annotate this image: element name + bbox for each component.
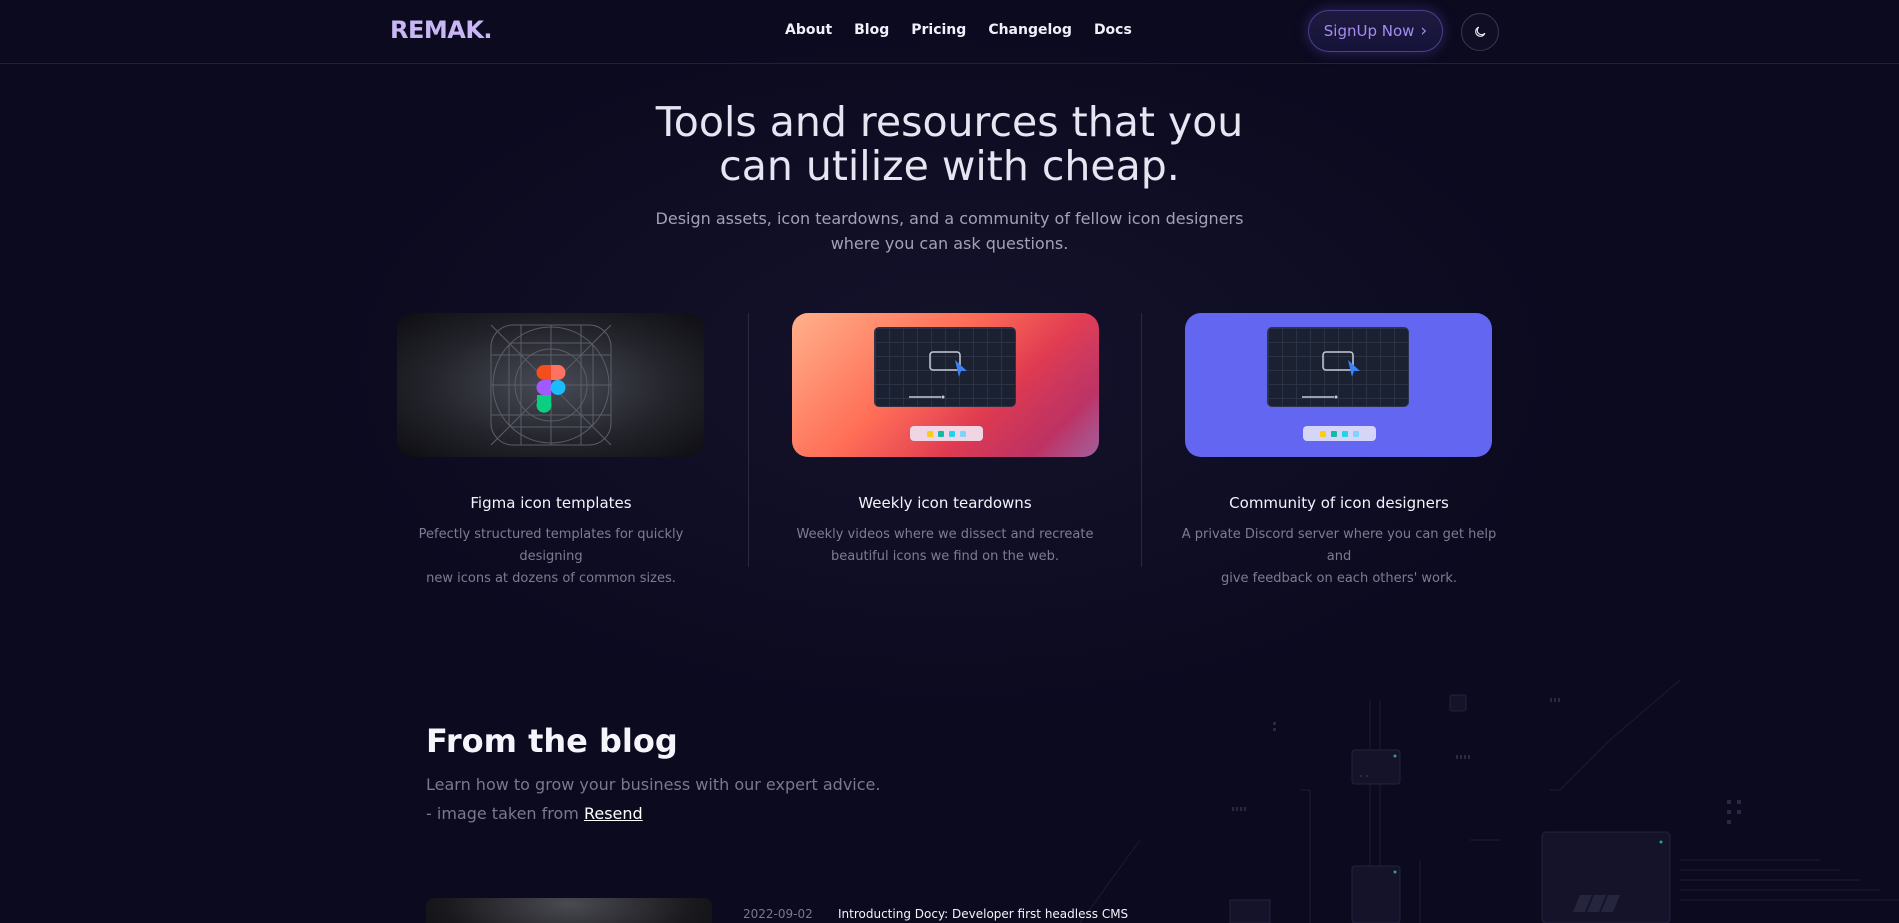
blog-subtitle: Learn how to grow your business with our… [426, 770, 886, 828]
resend-link[interactable]: Resend [584, 804, 643, 823]
blog-title: From the blog [426, 722, 678, 760]
color-swatch-bar [910, 426, 983, 441]
swatch [1320, 430, 1326, 437]
moon-icon [1475, 26, 1486, 37]
figma-logo-icon [536, 365, 566, 413]
swatch [1342, 430, 1348, 437]
nav-blog[interactable]: Blog [854, 22, 889, 38]
color-swatch-bar [1303, 426, 1376, 441]
weekly-teardowns-image [792, 313, 1099, 457]
hero-title-line2: can utilize with cheap. [719, 142, 1180, 190]
hero-subtitle-line1: Design assets, icon teardowns, and a com… [655, 209, 1244, 228]
swatch [1353, 430, 1359, 437]
feature-desc-line: Pefectly structured templates for quickl… [418, 527, 684, 564]
feature-desc-line: Weekly videos where we dissect and recre… [796, 527, 1094, 542]
video-screen [1267, 327, 1409, 407]
feature-desc-line: beautiful icons we find on the web. [831, 549, 1059, 564]
chevron-right-icon: › [1420, 21, 1428, 41]
main-nav: About Blog Pricing Changelog Docs [785, 22, 1132, 38]
swatch [927, 430, 933, 437]
swatch [938, 430, 944, 437]
cursor-arrow-icon [1348, 360, 1360, 377]
hero-title-line1: Tools and resources that you [655, 98, 1244, 146]
cursor-arrow-icon [955, 360, 967, 377]
feature-desc-line: give feedback on each others' work. [1220, 571, 1458, 586]
icon-grid-graphic [490, 324, 612, 446]
page: REMAK. About Blog Pricing Changelog Docs… [0, 0, 1899, 923]
post-date: 2022-09-02 [743, 907, 813, 921]
swatch [949, 430, 955, 437]
logo[interactable]: REMAK. [390, 16, 493, 44]
feature-title-teardowns: Weekly icon teardowns [858, 494, 1032, 512]
feature-title-figma: Figma icon templates [470, 494, 632, 512]
swatch [1331, 430, 1337, 437]
post-title-link[interactable]: Introducting Docy: Developer first headl… [838, 907, 1128, 921]
feature-desc-line: A private Discord server where you can g… [1181, 527, 1497, 564]
nav-changelog[interactable]: Changelog [988, 22, 1072, 38]
hero-subtitle-line2: where you can ask questions. [830, 234, 1069, 253]
swatch [960, 430, 966, 437]
feature-desc-community: A private Discord server where you can g… [1174, 524, 1504, 590]
theme-toggle-button[interactable] [1461, 13, 1499, 51]
feature-title-community: Community of icon designers [1229, 494, 1449, 512]
feature-desc-teardowns: Weekly videos where we dissect and recre… [780, 524, 1110, 568]
nav-docs[interactable]: Docs [1094, 22, 1132, 38]
signup-button[interactable]: SignUp Now › [1308, 10, 1443, 52]
figma-templates-image [397, 313, 704, 457]
feature-desc-line: new icons at dozens of common sizes. [426, 571, 676, 586]
blog-subtitle-text: image taken from [436, 804, 579, 823]
hero-title: Tools and resources that you can utilize… [0, 100, 1899, 188]
signup-label: SignUp Now [1323, 22, 1415, 40]
community-image [1185, 313, 1492, 457]
divider [1141, 313, 1142, 567]
post-thumbnail[interactable] [426, 898, 712, 923]
nav-about[interactable]: About [785, 22, 832, 38]
video-screen [874, 327, 1016, 407]
nav-pricing[interactable]: Pricing [911, 22, 966, 38]
site-header: REMAK. About Blog Pricing Changelog Docs… [0, 0, 1899, 64]
feature-desc-figma: Pefectly structured templates for quickl… [386, 524, 716, 590]
hero-subtitle: Design assets, icon teardowns, and a com… [0, 206, 1899, 256]
circuit-background-graphic [1080, 680, 1899, 923]
divider [748, 313, 749, 567]
